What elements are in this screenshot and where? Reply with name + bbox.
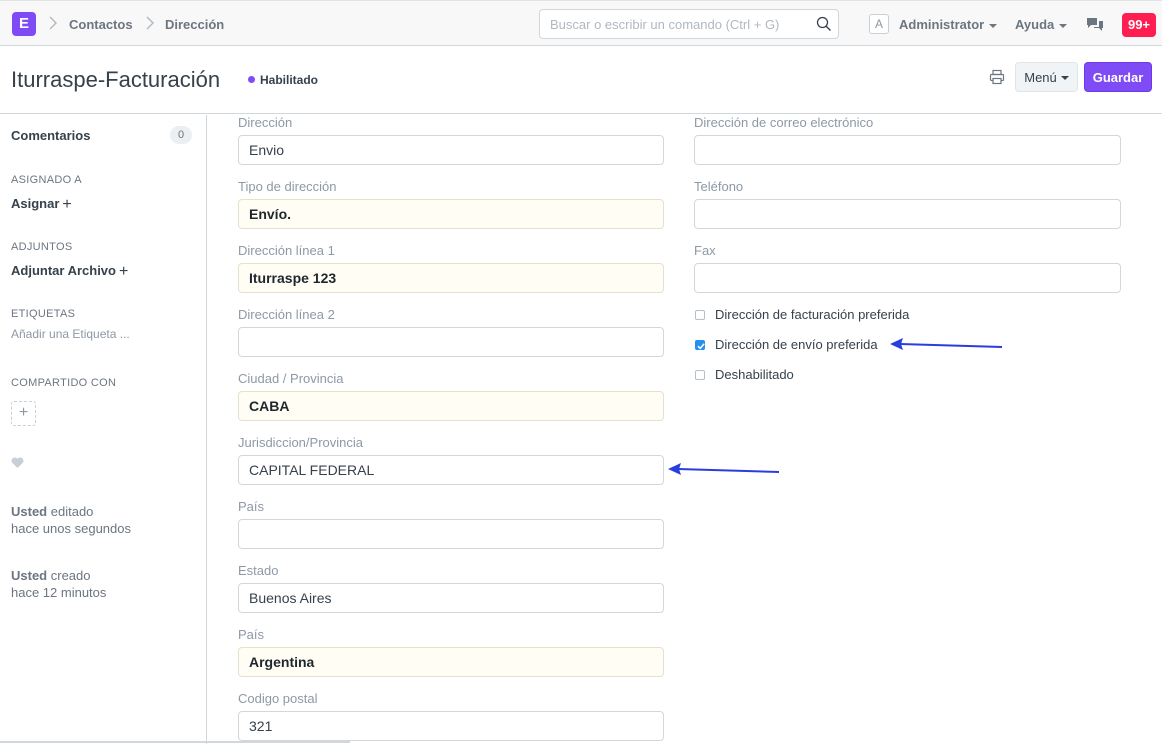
user-menu[interactable]: Administrator xyxy=(899,17,998,32)
chat-icon[interactable] xyxy=(1086,16,1104,32)
field-label-ciudad: Ciudad / Provincia xyxy=(238,371,344,386)
ciudad-input[interactable]: CABA xyxy=(238,391,664,421)
help-menu[interactable]: Ayuda xyxy=(1015,17,1068,32)
field-label-pais-2: País xyxy=(238,627,265,642)
check-label: Dirección de envío preferida xyxy=(715,337,878,352)
field-label-pais: País xyxy=(238,499,265,514)
field-label-jurisdiccion: Jurisdiccion/Provincia xyxy=(238,435,363,450)
estado-input[interactable]: Buenos Aires xyxy=(238,583,664,613)
tipo-direccion-input[interactable]: Envío. xyxy=(238,199,664,229)
check-icon xyxy=(697,342,705,350)
assigned-header: ASIGNADO A xyxy=(11,174,82,186)
telefono-input[interactable] xyxy=(694,199,1121,229)
save-button[interactable]: Guardar xyxy=(1084,62,1152,92)
status-indicator: Habilitado xyxy=(248,73,318,87)
chevron-right-icon xyxy=(146,16,154,30)
comments-link[interactable]: Comentarios xyxy=(11,128,90,143)
caret-down-icon xyxy=(1060,76,1069,81)
activity-time: hace unos segundos xyxy=(11,521,131,536)
caret-down-icon xyxy=(989,23,998,28)
menu-button[interactable]: Menú xyxy=(1015,62,1078,92)
share-add-button[interactable]: + xyxy=(11,401,36,426)
activity-time: hace 12 minutos xyxy=(11,585,107,600)
field-label-linea1: Dirección línea 1 xyxy=(238,243,335,258)
field-label-fax: Fax xyxy=(694,243,716,258)
user-name: Administrator xyxy=(899,17,985,32)
field-label-linea2: Dirección línea 2 xyxy=(238,307,335,322)
activity-action: creado xyxy=(50,568,91,583)
heart-icon[interactable] xyxy=(11,457,24,469)
search-bar xyxy=(539,9,839,39)
comments-count: 0 xyxy=(170,126,192,144)
user-avatar[interactable]: A xyxy=(869,14,889,34)
direccion-input[interactable]: Envio xyxy=(238,135,664,165)
activity-user: Usted xyxy=(11,504,48,519)
check-label: Dirección de facturación preferida xyxy=(715,307,910,322)
search-input[interactable] xyxy=(540,10,800,38)
field-label-direccion: Dirección xyxy=(238,115,293,130)
breadcrumb-direccion[interactable]: Dirección xyxy=(165,17,224,32)
navbar: E Contactos Dirección A Administrator Ay… xyxy=(0,0,1162,46)
checkbox[interactable] xyxy=(695,309,705,320)
codigo-postal-input[interactable]: 321 xyxy=(238,711,664,741)
check-deshabilitado[interactable]: Deshabilitado xyxy=(695,367,794,382)
attach-label: Adjuntar Archivo xyxy=(11,263,116,278)
page-head: Iturraspe-Facturación Habilitado Menú Gu… xyxy=(0,47,1162,114)
pais-input[interactable] xyxy=(238,519,664,549)
assign-label: Asignar xyxy=(11,196,60,211)
breadcrumb-contactos[interactable]: Contactos xyxy=(69,17,133,32)
field-label-tipo: Tipo de dirección xyxy=(238,179,337,194)
status-label: Habilitado xyxy=(260,73,319,87)
annotation-arrow-icon xyxy=(668,463,780,475)
check-facturacion-preferida[interactable]: Dirección de facturación preferida xyxy=(695,307,909,322)
fax-input[interactable] xyxy=(694,263,1121,293)
pais-link-input[interactable]: Argentina xyxy=(238,647,664,677)
checkbox[interactable] xyxy=(695,369,705,380)
direccion-linea1-input[interactable]: Iturraspe 123 xyxy=(238,263,664,293)
help-label: Ayuda xyxy=(1015,17,1055,32)
tags-header: ETIQUETAS xyxy=(11,308,76,320)
print-icon[interactable] xyxy=(989,69,1005,85)
field-label-codigo-postal: Codigo postal xyxy=(238,691,318,706)
activity-item: Usted editado hace unos segundos xyxy=(11,503,131,537)
caret-down-icon xyxy=(1059,23,1068,28)
page-title: Iturraspe-Facturación xyxy=(11,67,221,92)
checkbox-checked[interactable] xyxy=(695,339,705,350)
jurisdiccion-input[interactable]: CAPITAL FEDERAL xyxy=(238,455,664,485)
search-icon[interactable] xyxy=(816,16,832,32)
notifications-badge[interactable]: 99+ xyxy=(1122,13,1156,37)
annotation-arrow-icon xyxy=(890,338,1003,350)
menu-label: Menú xyxy=(1024,69,1057,85)
field-label-telefono: Teléfono xyxy=(694,179,744,194)
check-envio-preferida[interactable]: Dirección de envío preferida xyxy=(695,337,878,352)
add-tag-link[interactable]: Añadir una Etiqueta ... xyxy=(11,327,130,341)
email-input[interactable] xyxy=(694,135,1121,165)
activity-user: Usted xyxy=(11,568,48,583)
status-dot xyxy=(248,76,255,84)
direccion-linea2-input[interactable] xyxy=(238,327,664,357)
shared-header: COMPARTIDO CON xyxy=(11,377,117,389)
check-label: Deshabilitado xyxy=(715,367,794,382)
plus-icon: + xyxy=(62,196,72,213)
plus-icon: + xyxy=(118,263,129,280)
attachments-header: ADJUNTOS xyxy=(11,241,73,253)
field-label-estado: Estado xyxy=(238,563,279,578)
app-logo[interactable]: E xyxy=(12,12,36,36)
attach-file-button[interactable]: Adjuntar Archivo + xyxy=(11,262,128,280)
field-label-email: Dirección de correo electrónico xyxy=(694,115,874,130)
assign-button[interactable]: Asignar + xyxy=(11,195,72,213)
chevron-right-icon xyxy=(49,16,57,30)
activity-action: editado xyxy=(50,504,94,519)
sidebar: Comentarios 0 ASIGNADO A Asignar + ADJUNT… xyxy=(0,115,207,744)
activity-item: Usted creado hace 12 minutos xyxy=(11,567,106,601)
horizontal-scrollbar[interactable] xyxy=(0,741,350,743)
